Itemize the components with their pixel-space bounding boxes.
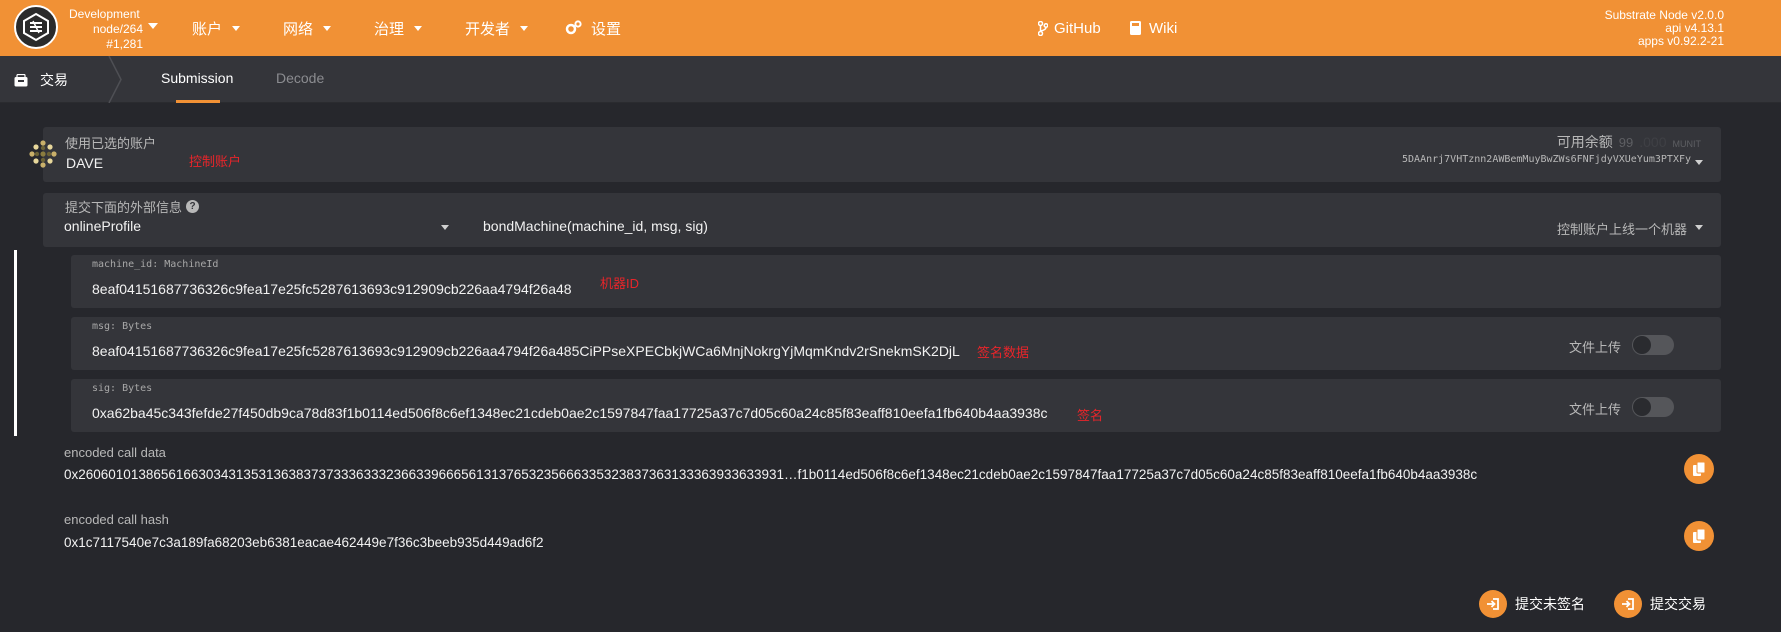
file-upload-toggle[interactable] xyxy=(1632,335,1674,355)
top-bar: Development node/264 #1,281 账户 网络 治理 开发者… xyxy=(0,0,1781,56)
copy-icon xyxy=(1693,529,1705,543)
submit-transaction-button[interactable]: 提交交易 xyxy=(1614,589,1706,619)
tab-decode[interactable]: Decode xyxy=(276,70,324,86)
account-selector[interactable]: 使用已选的账户 DAVE 控制账户 可用余额 99 .000 MUNIT 5DA… xyxy=(29,127,1721,182)
block-number: #1,281 xyxy=(106,37,143,51)
chevron-down-icon[interactable] xyxy=(441,225,449,230)
chain-name: Development xyxy=(69,7,140,21)
param-label: machine_id: MachineId xyxy=(92,259,219,270)
file-upload-label: 文件上传 xyxy=(1569,340,1622,355)
balance-value: 99 xyxy=(1618,135,1634,150)
substrate-logo-icon[interactable] xyxy=(14,5,58,49)
encoded-data-value: 0x26060101386561663034313531363837373336… xyxy=(64,467,1478,482)
active-tab-indicator xyxy=(176,100,220,103)
method-select[interactable]: bondMachine(machine_id, msg, sig) xyxy=(483,218,708,234)
nav-label: 账户 xyxy=(192,20,223,38)
account-label: 使用已选的账户 xyxy=(65,136,157,151)
section-label: 交易 xyxy=(40,72,68,88)
github-link[interactable]: GitHub xyxy=(1038,18,1101,38)
sub-nav: 交易 Submission Decode xyxy=(0,56,1781,103)
nav-developer[interactable]: 开发者 xyxy=(465,18,529,38)
nav-label: 开发者 xyxy=(465,20,511,38)
button-label: 提交未签名 xyxy=(1515,596,1585,612)
param-value[interactable]: 8eaf04151687736326c9fea17e25fc5287613693… xyxy=(92,281,572,297)
encoded-hash-label: encoded call hash xyxy=(64,512,169,527)
params-indicator-line xyxy=(14,250,17,436)
account-name: DAVE xyxy=(66,155,104,171)
chevron-down-icon xyxy=(520,25,529,31)
nav-network[interactable]: 网络 xyxy=(283,18,332,38)
account-annotation: 控制账户 xyxy=(189,154,242,169)
sign-in-icon xyxy=(1479,590,1507,618)
param-label: sig: Bytes xyxy=(92,383,153,394)
copy-encoded-hash-button[interactable] xyxy=(1684,521,1714,551)
section-title[interactable]: 交易 xyxy=(14,70,68,90)
submit-unsigned-button[interactable]: 提交未签名 xyxy=(1479,589,1585,619)
button-label: 提交交易 xyxy=(1650,596,1706,612)
param-annotation: 签名 xyxy=(1077,408,1104,423)
transfer-icon xyxy=(14,73,28,86)
param-msg[interactable]: msg: Bytes 8eaf04151687736326c9fea17e25f… xyxy=(71,317,1721,370)
chevron-down-icon[interactable] xyxy=(1695,225,1703,230)
balance-label: 可用余额 xyxy=(1556,134,1613,150)
book-icon xyxy=(1130,21,1141,35)
file-upload-label: 文件上传 xyxy=(1569,402,1622,417)
chevron-down-icon xyxy=(323,25,332,31)
node-name: node/264 xyxy=(92,22,143,36)
apps-version: apps v0.92.2-21 xyxy=(1637,34,1724,48)
extrinsic-selector: 提交下面的外部信息 ? onlineProfile bondMachine(ma… xyxy=(43,193,1721,247)
encoded-hash-value: 0x1c7117540e7c3a189fa68203eb6381eacae462… xyxy=(64,535,544,550)
param-sig[interactable]: sig: Bytes 0xa62ba45c343fefde27f450db9ca… xyxy=(71,379,1721,432)
balance-unit: MUNIT xyxy=(1672,139,1702,149)
nav-accounts[interactable]: 账户 xyxy=(192,18,241,38)
chevron-down-icon xyxy=(414,25,423,31)
gears-icon xyxy=(565,20,582,35)
chain-selector[interactable]: Development node/264 #1,281 xyxy=(69,7,143,52)
identicon-avatar xyxy=(29,140,57,168)
nav-label: 设置 xyxy=(591,20,622,38)
param-label: msg: Bytes xyxy=(92,321,153,332)
file-upload-toggle[interactable] xyxy=(1632,397,1674,417)
link-label: GitHub xyxy=(1054,19,1101,37)
breadcrumb-chevron-icon xyxy=(108,56,122,103)
extrinsic-label: 提交下面的外部信息 xyxy=(65,200,183,215)
method-description: 控制账户上线一个机器 xyxy=(1556,222,1687,237)
nav-label: 网络 xyxy=(283,20,314,38)
chevron-down-icon[interactable] xyxy=(1695,160,1703,165)
balance: 可用余额 99 .000 MUNIT xyxy=(1557,132,1701,152)
module-select[interactable]: onlineProfile xyxy=(64,218,141,234)
account-address: 5DAAnrj7VHTznn2AWBemMuyBwZWs6FNFjdyVXUeY… xyxy=(1402,154,1691,165)
param-annotation: 机器ID xyxy=(600,276,640,291)
balance-decimals: .000 xyxy=(1639,134,1667,150)
param-annotation: 签名数据 xyxy=(977,345,1030,360)
nav-label: 治理 xyxy=(374,20,405,38)
encoded-data-label: encoded call data xyxy=(64,445,166,460)
chevron-down-icon xyxy=(232,25,241,31)
param-value[interactable]: 8eaf04151687736326c9fea17e25fc5287613693… xyxy=(92,343,960,359)
version-info: Substrate Node v2.0.0 api v4.13.1 apps v… xyxy=(1605,9,1724,48)
copy-encoded-data-button[interactable] xyxy=(1684,454,1714,484)
chevron-down-icon[interactable] xyxy=(148,23,158,29)
help-icon[interactable]: ? xyxy=(186,200,200,213)
code-branch-icon xyxy=(1038,20,1048,36)
extrinsic-header: 提交下面的外部信息 ? xyxy=(65,197,200,216)
tab-submission[interactable]: Submission xyxy=(161,70,233,86)
wiki-link[interactable]: Wiki xyxy=(1130,18,1177,38)
copy-icon xyxy=(1693,462,1705,476)
nav-governance[interactable]: 治理 xyxy=(374,18,423,38)
nav-settings[interactable]: 设置 xyxy=(565,18,621,38)
sign-in-icon xyxy=(1614,590,1642,618)
param-value[interactable]: 0xa62ba45c343fefde27f450db9ca78d83f1b011… xyxy=(92,405,1048,421)
param-machine-id[interactable]: machine_id: MachineId 8eaf04151687736326… xyxy=(71,255,1721,308)
link-label: Wiki xyxy=(1149,19,1178,37)
